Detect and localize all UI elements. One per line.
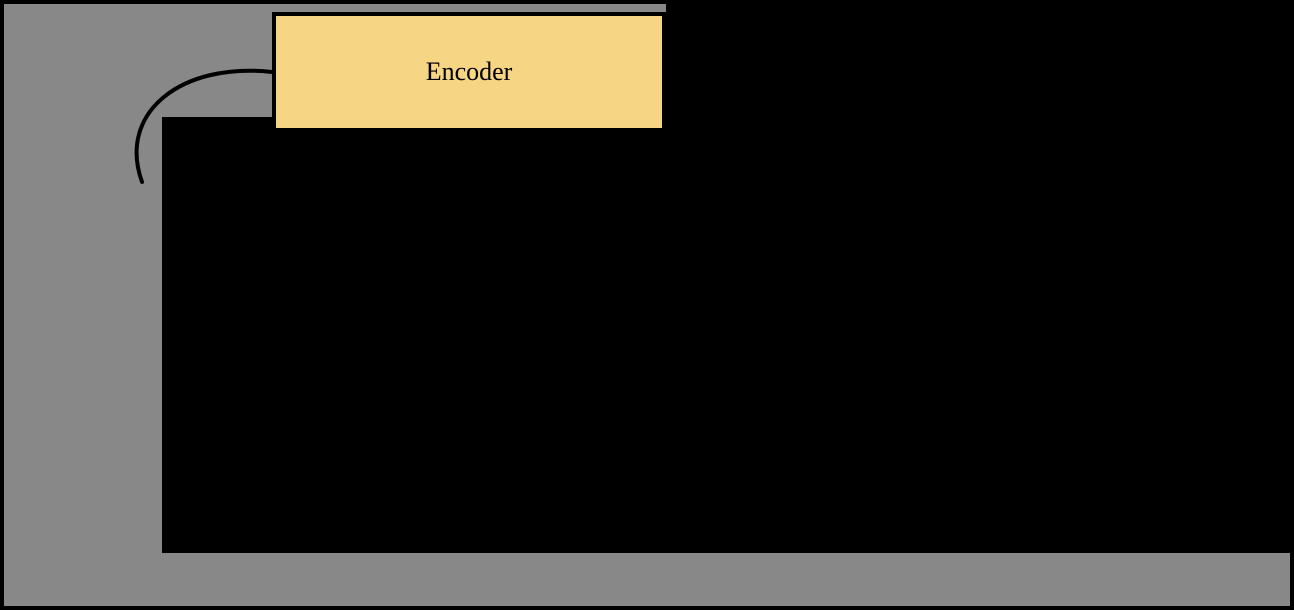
connector-curve — [122, 52, 282, 192]
encoder-label: Encoder — [426, 57, 513, 87]
encoder-block: Encoder — [272, 12, 666, 132]
diagram-frame: Encoder — [0, 0, 1294, 610]
black-region-main — [162, 117, 1294, 553]
